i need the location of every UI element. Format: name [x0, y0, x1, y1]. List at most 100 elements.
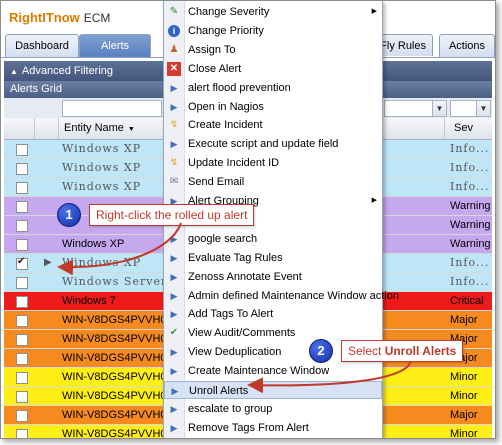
triangle-icon: ▶ — [170, 252, 178, 263]
entity-name-cell: Windows XP — [62, 142, 142, 155]
menu-item-close-alert[interactable]: ✕ Close Alert — [164, 60, 382, 78]
tab-alerts[interactable]: Alerts — [79, 34, 151, 57]
column-divider — [58, 118, 59, 139]
entity-name-cell: WIN-V8DGS4PVVH0... — [62, 428, 176, 439]
pencil-icon: ✎ — [169, 6, 179, 17]
severity-cell: Minor — [450, 428, 478, 439]
entity-name-cell: WIN-V8DGS4PVVH0... — [62, 371, 176, 383]
menu-item-unroll-alerts[interactable]: ▶ Unroll Alerts — [164, 381, 382, 399]
menu-item-add-tags-to-alert[interactable]: ▶ Add Tags To Alert — [164, 305, 382, 323]
entity-name-cell: Windows XP — [62, 180, 142, 193]
sev-header[interactable]: Sev — [454, 122, 473, 134]
row-checkbox[interactable] — [16, 144, 28, 156]
menu-item-label: Create Incident — [188, 119, 263, 132]
triangle-icon: ▶ — [170, 271, 178, 282]
entity-filter-input[interactable] — [62, 100, 162, 117]
severity-cell: Critical — [450, 295, 484, 307]
person-icon: ♟ — [169, 43, 179, 55]
menu-item-update-incident-id[interactable]: ↯ Update Incident ID — [164, 154, 382, 172]
menu-item-remove-tags-from-alert[interactable]: ▶ Remove Tags From Alert — [164, 419, 382, 437]
row-checkbox[interactable] — [16, 372, 28, 384]
severity-cell: Minor — [450, 371, 478, 383]
menu-item-zenoss-annotate-event[interactable]: ▶ Zenoss Annotate Event — [164, 268, 382, 286]
entity-name-cell: WIN-V8DGS4PVVH0... — [62, 409, 176, 421]
row-checkbox[interactable] — [16, 334, 28, 346]
menu-item-label: google search — [188, 232, 258, 245]
severity-cell: Info... — [450, 161, 490, 174]
row-checkbox[interactable] — [16, 220, 28, 232]
menu-item-label: Update Incident ID — [188, 157, 280, 170]
menu-item-label: Remove Tags From Alert — [188, 421, 309, 434]
close-icon: ✕ — [167, 61, 181, 76]
menu-item-execute-script-and-update-field[interactable]: ▶ Execute script and update field — [164, 135, 382, 153]
menu-item-label: Close Alert — [188, 62, 242, 75]
menu-item-assign-to[interactable]: ♟ Assign To — [164, 41, 382, 59]
sev-filter-dropdown-icon[interactable]: ▼ — [476, 100, 491, 117]
collapse-icon[interactable]: ▲ — [10, 62, 18, 82]
severity-cell: Warning — [450, 219, 491, 231]
menu-item-label: Change Priority — [188, 24, 264, 37]
logo: RightITnow ECM — [9, 10, 111, 25]
severity-cell: Major — [450, 314, 478, 326]
row-checkbox[interactable] — [16, 201, 28, 213]
triangle-icon: ▶ — [170, 309, 178, 320]
row-checkbox[interactable] — [16, 410, 28, 422]
menu-item-escalate-to-group[interactable]: ▶ escalate to group — [164, 400, 382, 418]
sev-filter-input[interactable] — [450, 100, 478, 117]
severity-cell: Minor — [450, 390, 478, 402]
entity-name-cell: WIN-V8DGS4PVVH0... — [62, 314, 176, 326]
severity-cell: Info... — [450, 256, 490, 269]
row-checkbox[interactable] — [16, 296, 28, 308]
step-1-badge: 1 — [57, 203, 81, 227]
menu-item-change-priority[interactable]: i Change Priority — [164, 22, 382, 40]
menu-item-create-maintenance-window[interactable]: ▶ Create Maintenance Window — [164, 362, 382, 380]
row-checkbox[interactable] — [16, 391, 28, 403]
row-checkbox[interactable] — [16, 239, 28, 251]
triangle-icon: ▶ — [171, 386, 179, 396]
menu-item-send-email[interactable]: ✉ Send Email — [164, 173, 382, 191]
triangle-icon: ▶ — [170, 101, 178, 112]
menu-item-label: Admin defined Maintenance Window action — [188, 289, 399, 302]
triangle-icon: ▶ — [170, 366, 178, 377]
entity-name-cell: WIN-V8DGS4PVVH0... — [62, 352, 176, 364]
severity-cell: Info... — [450, 180, 490, 193]
menu-item-label: Zenoss Annotate Event — [188, 270, 302, 283]
entity-name-cell: Windows XP — [62, 256, 142, 269]
menu-item-admin-defined-maintenance-window-action[interactable]: ▶ Admin defined Maintenance Window action — [164, 287, 399, 305]
step-2-badge: 2 — [309, 339, 333, 363]
triangle-icon: ▶ — [170, 139, 178, 150]
row-checkbox[interactable] — [16, 315, 28, 327]
menu-item-label: Execute script and update field — [188, 138, 339, 151]
lightning-icon: ↯ — [169, 157, 179, 169]
menu-item-label: View Deduplication — [188, 346, 282, 359]
column-divider — [444, 118, 445, 139]
severity-cell: Info... — [450, 275, 490, 288]
row-checkbox[interactable] — [16, 429, 28, 438]
menu-item-evaluate-tag-rules[interactable]: ▶ Evaluate Tag Rules — [164, 249, 382, 267]
filter-input[interactable] — [384, 100, 434, 117]
expand-rollup-icon[interactable]: ▶ — [44, 257, 52, 268]
menu-item-label: Add Tags To Alert — [188, 308, 274, 321]
entity-name-cell: Windows XP — [62, 238, 125, 250]
submenu-arrow-icon: ▶ — [371, 197, 377, 204]
row-checkbox[interactable] — [16, 182, 28, 194]
tab-actions[interactable]: Actions — [439, 34, 495, 57]
menu-item-alert-flood-prevention[interactable]: ▶ alert flood prevention — [164, 79, 382, 97]
filter-dropdown-icon[interactable]: ▼ — [432, 100, 447, 117]
severity-cell: Info... — [450, 142, 490, 155]
menu-item-open-in-nagios[interactable]: ▶ Open in Nagios — [164, 98, 382, 116]
menu-item-label: Create Maintenance Window — [188, 365, 330, 378]
tab-dashboard[interactable]: Dashboard — [5, 34, 79, 57]
row-checkbox[interactable] — [16, 256, 28, 270]
row-checkbox[interactable] — [16, 353, 28, 365]
severity-cell: Warning — [450, 200, 491, 212]
triangle-icon: ▶ — [170, 422, 178, 433]
menu-item-google-search[interactable]: ▶ google search — [164, 230, 382, 248]
row-checkbox[interactable] — [16, 277, 28, 289]
menu-item-create-incident[interactable]: ↯ Create Incident — [164, 116, 382, 134]
row-checkbox[interactable] — [16, 163, 28, 175]
menu-item-change-severity[interactable]: ✎ Change Severity ▶ — [164, 3, 382, 21]
entity-name-header[interactable]: Entity Name ▼ — [64, 122, 135, 134]
severity-cell: Warning — [450, 238, 491, 250]
checkmark-icon: ✔ — [169, 327, 179, 339]
